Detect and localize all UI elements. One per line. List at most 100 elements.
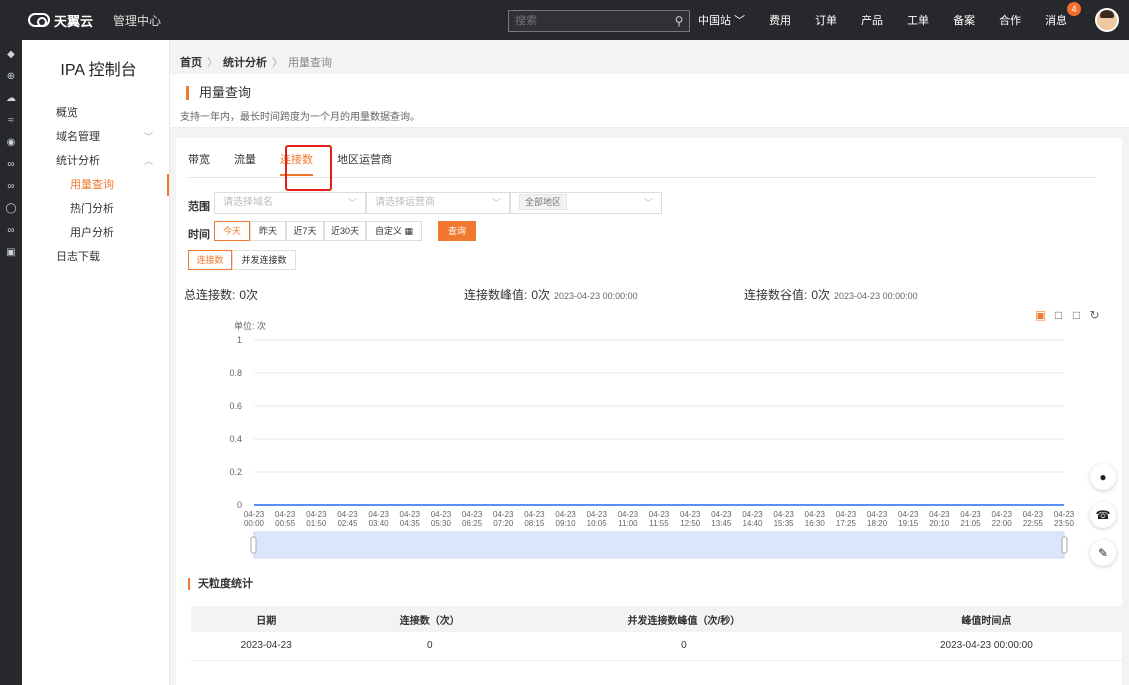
x-tick-label: 04-23 02:45 (337, 510, 358, 528)
main-area: 首页〉统计分析〉用量查询 用量查询 支持一年内，最长时间跨度为一个月的用量数据查… (170, 40, 1129, 685)
x-tick-label: 04-23 10:05 (586, 510, 607, 528)
x-tick-label: 04-23 01:50 (306, 510, 327, 528)
x-tick-label: 04-23 06:25 (462, 510, 483, 528)
x-tick-label: 04-23 08:15 (524, 510, 545, 528)
x-tick-label: 04-23 00:00 (244, 510, 265, 528)
layers-icon[interactable]: ◆ (0, 44, 22, 66)
phone-icon[interactable]: ☎ (1090, 502, 1116, 528)
x-tick-label: 04-23 11:55 (649, 510, 670, 528)
globe-icon[interactable]: ⊕ (0, 66, 22, 88)
y-tick-label: 1 (237, 335, 242, 345)
management-center-link[interactable]: 管理中心 (113, 12, 161, 29)
ipa-icon[interactable]: ◉ (0, 132, 22, 154)
daily-stats-title: 天粒度统计 (188, 578, 253, 590)
x-tick-label: 04-23 05:30 (431, 510, 452, 528)
y-tick-label: 0.6 (229, 401, 242, 411)
network-icon[interactable]: ≈ (0, 110, 22, 132)
console-sidebar: IPA 控制台 概览 域名管理 ﹀ 统计分析 ︿ 用量查询 热门分析 用户分析 日志… (22, 40, 170, 685)
nav-partner[interactable]: 合作 (999, 12, 1021, 28)
shield-icon[interactable]: ◯ (0, 198, 22, 220)
column-header-concurrent-peak: 并发连接数峰值（次/秒） (518, 606, 850, 632)
product-icon-rail: ◆ ⊕ ☁ ≈ ◉ ∞ ∞ ◯ ∞ ▣ (0, 40, 22, 685)
cell-connections: 0 (341, 632, 518, 661)
nav-orders[interactable]: 订单 (815, 12, 837, 28)
sidebar-item-user-analysis[interactable]: 用户分析 (22, 222, 169, 244)
page-title: 用量查询 (186, 86, 251, 100)
nav-filing[interactable]: 备案 (953, 12, 975, 28)
page-description: 支持一年内，最长时间跨度为一个月的用量数据查询。 (180, 112, 420, 123)
global-search: ⚲ (508, 10, 690, 32)
brand-name: 天翼云 (54, 13, 94, 29)
breadcrumb-current: 用量查询 (288, 57, 332, 69)
cell-peak-time: 2023-04-23 00:00:00 (849, 632, 1123, 661)
search-input[interactable] (509, 15, 669, 27)
x-tick-label: 04-23 23:50 (1054, 510, 1075, 528)
y-tick-label: 0.2 (229, 467, 242, 477)
cell-date: 2023-04-23 (191, 632, 342, 661)
column-header-connections: 连接数（次） (341, 606, 518, 632)
console-title: IPA 控制台 (60, 62, 137, 79)
server-icon[interactable]: ▣ (0, 242, 22, 264)
x-tick-label: 04-23 20:10 (929, 510, 950, 528)
y-tick-label: 0.4 (229, 434, 242, 444)
nav-tickets[interactable]: 工单 (907, 12, 929, 28)
breadcrumb-home[interactable]: 首页 (180, 57, 202, 69)
feedback-pen-icon[interactable]: ✎ (1090, 540, 1116, 566)
sidebar-item-overview[interactable]: 概览 (22, 102, 169, 124)
x-tick-label: 04-23 09:10 (555, 510, 576, 528)
y-tick-label: 0.8 (229, 368, 242, 378)
chain-icon[interactable]: ∞ (0, 220, 22, 242)
x-tick-label: 04-23 16:30 (805, 510, 826, 528)
brand-logo[interactable]: 天翼云 (28, 0, 93, 40)
column-header-date: 日期 (191, 606, 342, 632)
sidebar-item-log-download[interactable]: 日志下载 (22, 246, 169, 268)
nav-products[interactable]: 产品 (861, 12, 883, 28)
data-zoom-handle-right (1061, 536, 1068, 554)
column-header-peak-time: 峰值时间点 (849, 606, 1123, 632)
data-zoom-slider (253, 531, 1065, 559)
chat-icon[interactable]: ● (1090, 464, 1116, 490)
x-tick-label: 04-23 22:55 (1023, 510, 1044, 528)
y-tick-label: 0 (237, 500, 242, 510)
sidebar-item-usage-query[interactable]: 用量查询 (22, 174, 169, 196)
cloud-logo-icon (28, 13, 50, 27)
nav-billing[interactable]: 费用 (769, 12, 791, 28)
x-tick-label: 04-23 00:55 (275, 510, 296, 528)
cloud-icon[interactable]: ☁ (0, 88, 22, 110)
accelerate-icon[interactable]: ∞ (0, 176, 22, 198)
cell-concurrent-peak: 0 (518, 632, 850, 661)
table-row: 2023-04-23 0 0 2023-04-23 00:00:00 (191, 632, 1123, 661)
x-tick-label: 04-23 14:40 (742, 510, 763, 528)
x-tick-label: 04-23 07:20 (493, 510, 514, 528)
top-nav: 中国站 ﹀ 费用 订单 产品 工单 备案 合作 消息 4 (698, 0, 1091, 40)
sidebar-item-statistics[interactable]: 统计分析 ︿ (22, 150, 169, 172)
breadcrumb: 首页〉统计分析〉用量查询 (180, 57, 332, 69)
daily-stats-table: 日期 连接数（次） 并发连接数峰值（次/秒） 峰值时间点 2023-04-23 … (191, 606, 1123, 661)
x-tick-label: 04-23 17:25 (836, 510, 857, 528)
chevron-up-icon: ︿ (143, 156, 153, 166)
chevron-down-icon: ﹀ (143, 132, 153, 142)
user-avatar[interactable] (1095, 8, 1119, 32)
breadcrumb-stats[interactable]: 统计分析 (223, 57, 267, 69)
search-icon[interactable]: ⚲ (669, 14, 689, 28)
x-tick-label: 04-23 19:15 (898, 510, 919, 528)
x-tick-label: 04-23 13:45 (711, 510, 732, 528)
link-icon[interactable]: ∞ (0, 154, 22, 176)
nav-region[interactable]: 中国站 ﹀ (698, 12, 745, 28)
x-tick-label: 04-23 12:50 (680, 510, 701, 528)
page-header: 用量查询 支持一年内，最长时间跨度为一个月的用量数据查询。 (170, 74, 1129, 128)
content-panel: 带宽 流量 连接数 地区运营商 范围 请选择域名 ﹀ 请选择运营商 ﹀ 全部地区 ﹀ … (176, 138, 1123, 685)
top-bar: 天翼云 管理中心 ⚲ 中国站 ﹀ 费用 订单 产品 工单 备案 合作 消息 4 (0, 0, 1129, 40)
x-tick-label: 04-23 04:35 (400, 510, 421, 528)
x-tick-label: 04-23 11:00 (618, 510, 639, 528)
floating-help-buttons: ● ☎ ✎ (1090, 464, 1116, 578)
x-tick-label: 04-23 03:40 (368, 510, 389, 528)
connections-line-chart: 单位: 次 0 0.2 0.4 0.6 0.8 1 04-23 00:00 04-23 00:55 0… (229, 320, 1075, 559)
nav-messages[interactable]: 消息 4 (1045, 2, 1082, 28)
y-axis-unit-label: 单位: 次 (234, 320, 266, 331)
x-tick-label: 04-23 21:05 (960, 510, 981, 528)
sidebar-item-domain-management[interactable]: 域名管理 ﹀ (22, 126, 169, 148)
x-tick-label: 04-23 18:20 (867, 510, 888, 528)
sidebar-item-hot-analysis[interactable]: 热门分析 (22, 198, 169, 220)
message-count-badge: 4 (1067, 2, 1082, 16)
